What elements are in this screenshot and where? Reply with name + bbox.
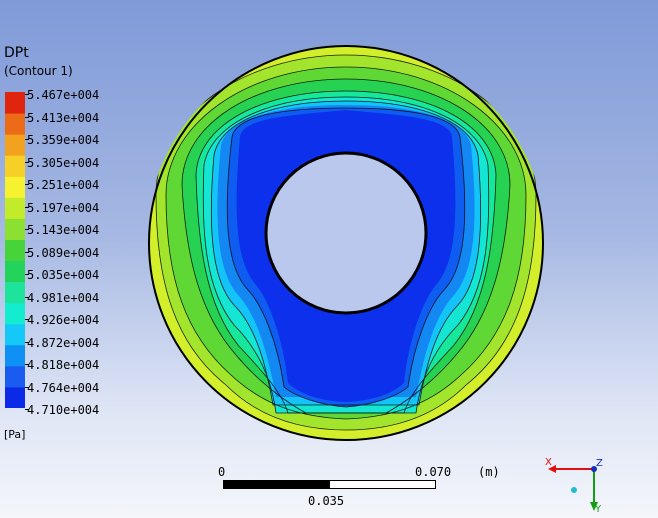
legend-subtitle: (Contour 1) [4,64,73,78]
scale-start: 0 [218,465,226,479]
axis-triad[interactable]: X Y Z [544,456,604,514]
colorbar-segment [5,134,25,156]
legend-tick-label: 4.764e+004 [24,380,100,395]
legend-tick-label: 5.197e+004 [24,200,100,215]
colorbar-segment [5,197,25,219]
scale-mid: 0.035 [308,494,345,508]
legend-tick-label: 5.089e+004 [24,245,100,260]
colorbar-segment [5,323,25,346]
colorbar-segment [5,281,25,304]
colorbar [5,92,25,408]
colorbar-segment [5,92,25,114]
scale-unit: (m) [478,465,500,479]
legend-tick-label: 5.251e+004 [24,178,100,192]
triad-center-dot [571,487,577,493]
colorbar-segment [5,155,25,177]
legend-tick-label: 5.143e+004 [24,223,100,237]
legend-tick-label: 4.710e+004 [24,403,100,417]
legend-tick-label: 4.981e+004 [24,290,100,305]
colorbar-segment [5,218,25,240]
legend-tick-label: 5.305e+004 [24,155,100,170]
colorbar-segment [5,113,25,135]
legend-tick-label: 4.872e+004 [24,335,100,350]
z-axis-label: Z [596,458,603,469]
scale-bar [223,480,436,489]
legend-title: DPt [4,45,29,61]
inner-hole [264,151,428,315]
colorbar-segment [5,365,25,388]
x-axis-label: X [545,457,552,468]
colorbar-segment [5,176,25,198]
contour-plot[interactable] [136,45,556,441]
legend-tick-label: 5.035e+004 [24,268,100,282]
legend-tick-label: 5.467e+004 [24,88,100,102]
y-axis-label: Y [594,504,602,514]
colorbar-segment [5,302,25,325]
legend-unit: [Pa] [4,428,26,441]
colorbar-segment [5,260,25,283]
legend-tick-label: 4.818e+004 [24,358,100,372]
legend-tick-label: 4.926e+004 [24,313,100,327]
scale-end: 0.070 [415,465,452,479]
colorbar-segment [5,344,25,367]
colorbar-segment [5,386,25,408]
colorbar-segment [5,239,25,262]
legend-tick-label: 5.359e+004 [24,133,100,147]
legend-tick-label: 5.413e+004 [24,110,100,125]
